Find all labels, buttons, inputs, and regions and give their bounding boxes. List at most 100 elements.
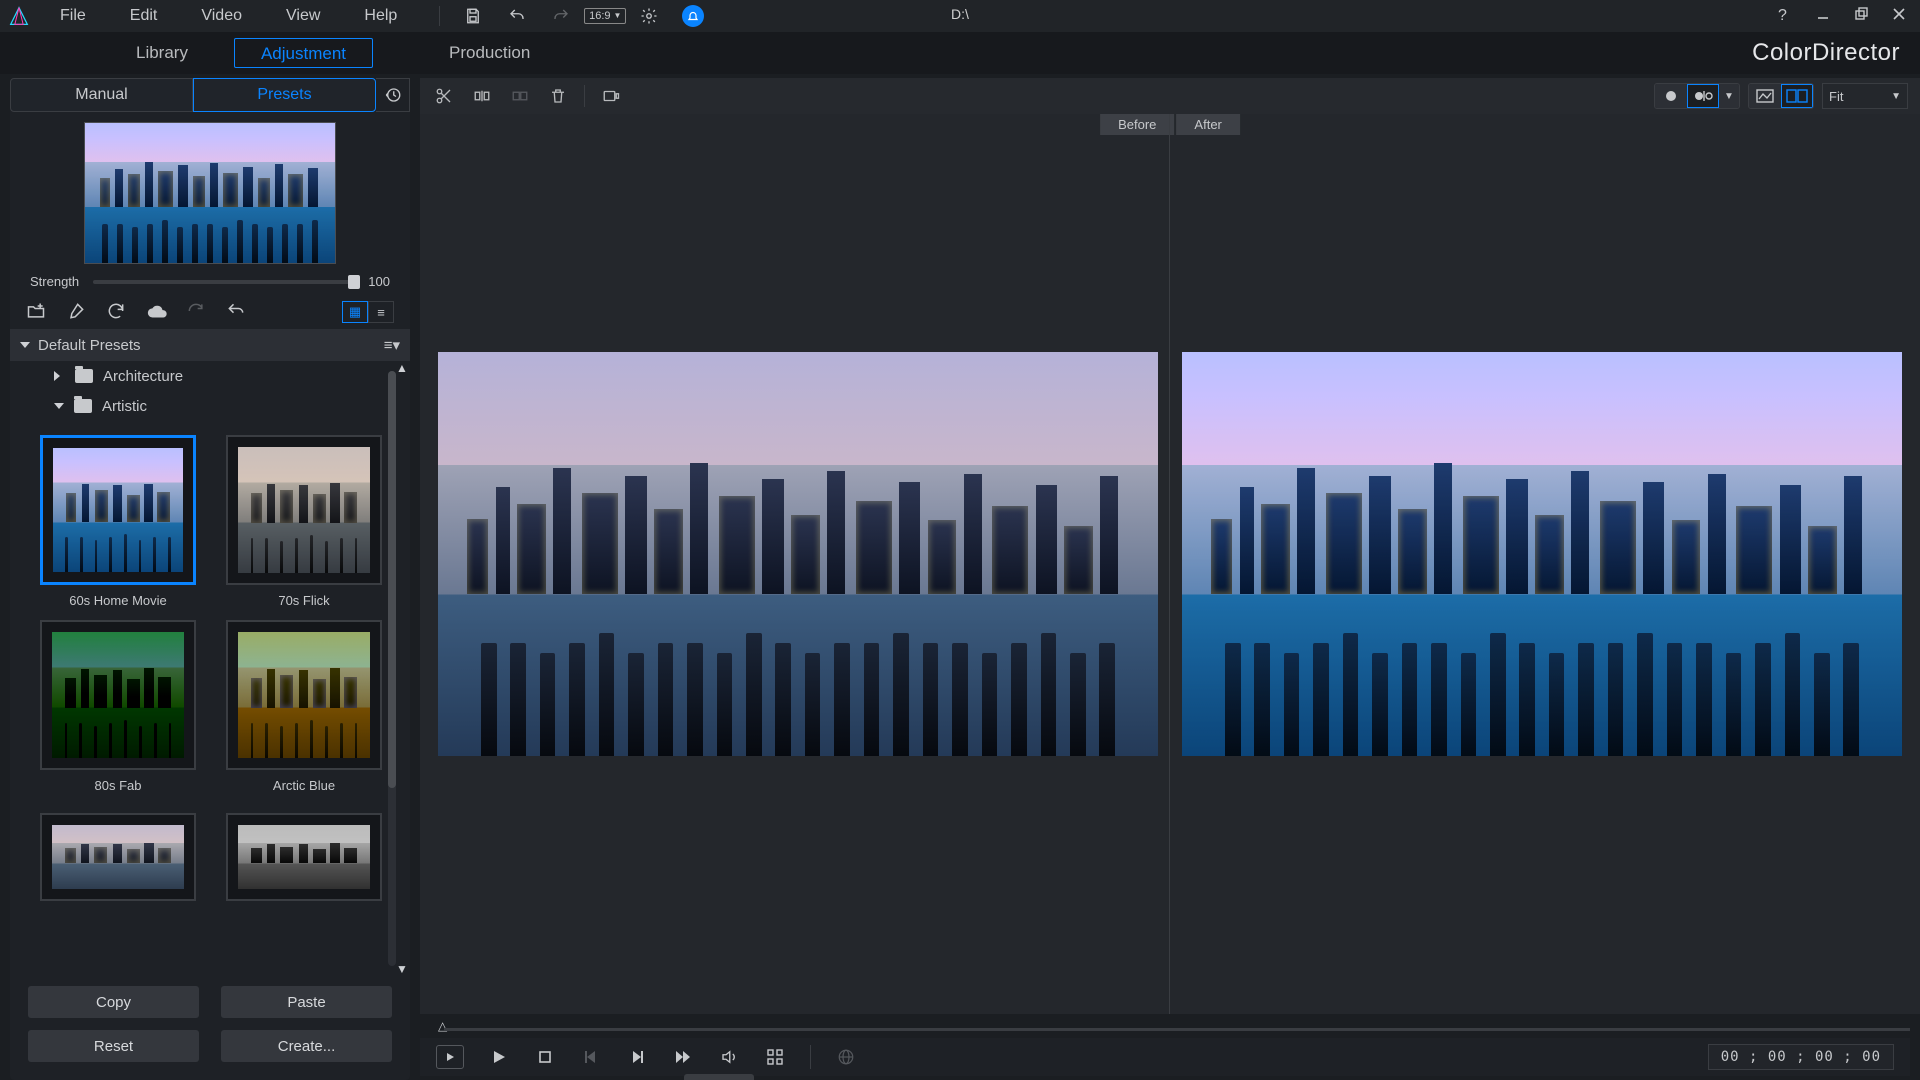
project-path: D:\ [951, 6, 969, 22]
compare-view-icon[interactable] [1781, 84, 1813, 108]
preset-label: 70s Flick [226, 585, 382, 608]
preset-scrollbar[interactable] [388, 371, 396, 966]
refresh-icon [186, 301, 208, 323]
mask-split-icon[interactable] [1687, 84, 1719, 108]
after-image[interactable] [1182, 352, 1902, 756]
add-folder-icon[interactable] [26, 301, 48, 323]
strength-slider[interactable] [93, 280, 354, 284]
paste-button[interactable]: Paste [221, 986, 392, 1018]
category-label: Architecture [103, 368, 183, 385]
preset-header-menu-icon[interactable]: ≡▾ [384, 336, 400, 354]
category-label: Artistic [102, 398, 147, 415]
brush-icon[interactable] [66, 301, 88, 323]
notification-icon[interactable] [682, 5, 704, 27]
menu-edit[interactable]: Edit [108, 0, 180, 32]
close-icon[interactable] [1892, 7, 1910, 25]
folder-icon [74, 399, 92, 413]
delete-icon[interactable] [546, 84, 570, 108]
mode-adjustment[interactable]: Adjustment [234, 38, 373, 68]
preset-category-label: Default Presets [38, 337, 141, 354]
preset-category-header[interactable]: Default Presets ≡▾ [10, 329, 410, 361]
list-view-icon[interactable]: ≡ [368, 301, 394, 323]
preset-preview [84, 122, 336, 264]
copy-button[interactable]: Copy [28, 986, 199, 1018]
after-label: After [1176, 114, 1239, 135]
transport-bar: 00 ; 00 ; 00 ; 00 [420, 1038, 1910, 1076]
category-architecture[interactable]: Architecture [10, 361, 410, 391]
folder-icon [75, 369, 93, 383]
single-view-icon[interactable] [1749, 84, 1781, 108]
compare-mode-group [1748, 83, 1814, 109]
zoom-value: Fit [1829, 89, 1843, 104]
play-range-icon[interactable] [436, 1045, 464, 1069]
preset-label: 60s Home Movie [40, 585, 196, 608]
preset-arctic-blue[interactable]: Arctic Blue [226, 620, 382, 793]
viewer-divider[interactable] [1169, 114, 1170, 1014]
undo-icon[interactable] [506, 5, 528, 27]
menu-video[interactable]: Video [179, 0, 264, 32]
cut-icon[interactable] [432, 84, 456, 108]
panel-resize-handle[interactable] [684, 1074, 754, 1080]
tab-manual[interactable]: Manual [10, 78, 193, 112]
before-label: Before [1100, 114, 1174, 135]
create-button[interactable]: Create... [221, 1030, 392, 1062]
tab-presets[interactable]: Presets [193, 78, 376, 112]
grid-view-icon[interactable]: ▦ [342, 301, 368, 323]
mask-mode-group: ▼ [1654, 83, 1740, 109]
preset-60s-home-movie[interactable]: 60s Home Movie [40, 435, 196, 608]
grid-icon[interactable] [764, 1046, 786, 1068]
scroll-up-icon[interactable]: ▲ [396, 361, 408, 375]
timeline[interactable]: △ [420, 1018, 1910, 1036]
viewer-toolbar: ▼ Fit ▼ [420, 78, 1920, 114]
snapshot-icon[interactable] [599, 84, 623, 108]
mask-full-icon[interactable] [1655, 84, 1687, 108]
category-artistic[interactable]: Artistic [10, 391, 410, 421]
menu-file[interactable]: File [38, 0, 108, 32]
preset-80s-fab[interactable]: 80s Fab [40, 620, 196, 793]
help-icon[interactable]: ? [1778, 7, 1796, 25]
menu-view[interactable]: View [264, 0, 342, 32]
compare-viewer: Before After [420, 114, 1920, 1014]
preset-item[interactable] [40, 813, 196, 901]
globe-icon [835, 1046, 857, 1068]
aspect-ratio-label: 16:9 [589, 9, 610, 23]
stop-icon[interactable] [534, 1046, 556, 1068]
before-image[interactable] [438, 352, 1158, 756]
brand-label: ColorDirector [1752, 39, 1900, 67]
app-logo [0, 0, 38, 32]
history-icon[interactable] [376, 78, 410, 112]
prev-frame-icon [580, 1046, 602, 1068]
preset-label: Arctic Blue [226, 770, 382, 793]
scroll-down-icon[interactable]: ▼ [396, 962, 408, 976]
preset-tree: ▲ ▼ Architecture Artistic 60s Home Movie… [10, 361, 410, 976]
aspect-ratio-selector[interactable]: 16:9▼ [594, 5, 616, 27]
menu-bar: File Edit Video View Help 16:9▼ D:\ ? [0, 0, 1920, 32]
mode-production[interactable]: Production [423, 38, 556, 68]
settings-icon[interactable] [638, 5, 660, 27]
mask-mode-dropdown-icon[interactable]: ▼ [1719, 84, 1739, 108]
split-icon[interactable] [470, 84, 494, 108]
mode-tab-bar: Library Adjustment Production ColorDirec… [0, 32, 1920, 74]
reset-button[interactable]: Reset [28, 1030, 199, 1062]
adjustment-panel: Manual Presets Strength 100 [10, 78, 410, 1080]
preset-70s-flick[interactable]: 70s Flick [226, 435, 382, 608]
minimize-icon[interactable] [1816, 7, 1834, 25]
next-frame-icon[interactable] [626, 1046, 648, 1068]
cloud-icon[interactable] [146, 301, 168, 323]
menu-help[interactable]: Help [342, 0, 419, 32]
preset-item[interactable] [226, 813, 382, 901]
strength-value: 100 [368, 274, 390, 289]
zoom-selector[interactable]: Fit ▼ [1822, 83, 1908, 109]
play-icon[interactable] [488, 1046, 510, 1068]
redo-icon [550, 5, 572, 27]
timecode[interactable]: 00 ; 00 ; 00 ; 00 [1708, 1044, 1894, 1070]
undo-preset-icon[interactable] [226, 301, 248, 323]
sync-icon[interactable] [106, 301, 128, 323]
save-icon[interactable] [462, 5, 484, 27]
preset-label: 80s Fab [40, 770, 196, 793]
fast-forward-icon[interactable] [672, 1046, 694, 1068]
volume-icon[interactable] [718, 1046, 740, 1068]
mode-library[interactable]: Library [110, 38, 214, 68]
join-icon [508, 84, 532, 108]
maximize-icon[interactable] [1854, 7, 1872, 25]
